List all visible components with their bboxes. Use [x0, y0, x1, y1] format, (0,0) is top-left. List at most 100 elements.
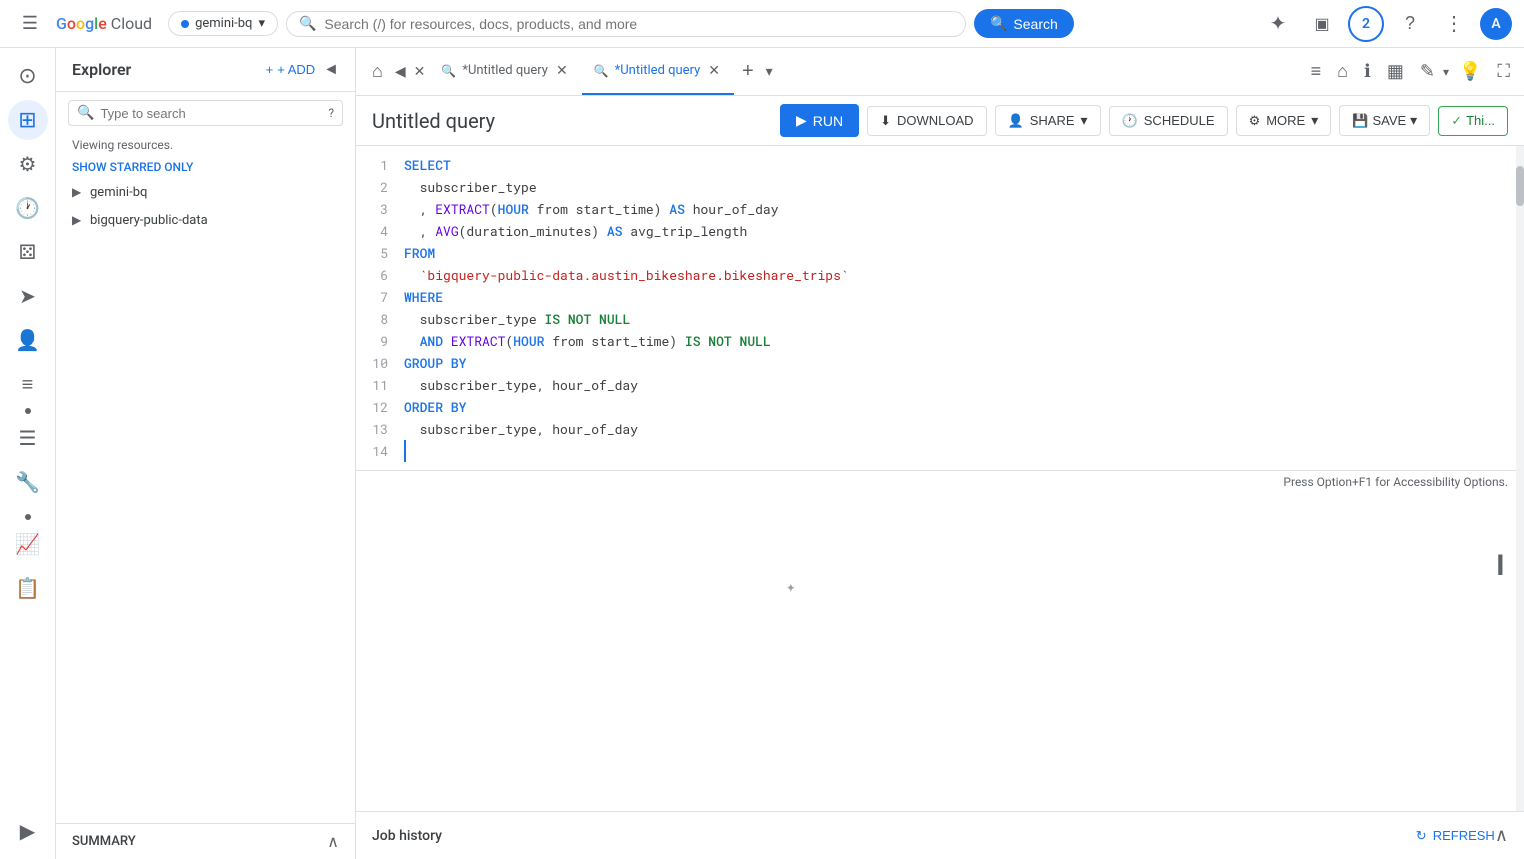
icon-bar-list[interactable]: ☰	[8, 418, 48, 458]
show-starred-button[interactable]: SHOW STARRED ONLY	[56, 156, 355, 178]
star-icon[interactable]: ☆	[308, 184, 321, 200]
sidebar-search-input[interactable]	[100, 106, 322, 121]
project-dropdown-icon: ▾	[258, 16, 265, 31]
more-icon[interactable]: ⋮	[325, 212, 339, 228]
icon-bar-table[interactable]: ≡	[8, 364, 48, 404]
table-view-icon[interactable]: ▦	[1381, 55, 1410, 88]
download-button[interactable]: ⬇ DOWNLOAD	[867, 106, 986, 136]
icon-bar-report[interactable]: 📋	[8, 568, 48, 608]
tab-label-2: *Untitled query	[615, 63, 701, 78]
more-icon[interactable]: ⋮	[325, 184, 339, 200]
code-line-7: 7 WHERE	[356, 286, 1524, 308]
fullscreen-icon[interactable]: ⛶	[1491, 55, 1516, 88]
job-history-bar: Job history ↻ REFRESH ∧	[356, 811, 1524, 859]
main-layout: ⊙ ⊞ ⚙ 🕐 ⚄ ➤ 👤 ≡ ☰ 🔧 📈 📋 ▶ Explorer + + A…	[0, 48, 1524, 859]
search-help-icon[interactable]: ?	[328, 106, 334, 120]
refresh-button[interactable]: ↻ REFRESH	[1416, 828, 1495, 844]
icon-bar-user[interactable]: 👤	[8, 320, 48, 360]
notification-badge[interactable]: 2	[1348, 6, 1384, 42]
share-button[interactable]: 👤 SHARE ▾	[995, 105, 1101, 136]
icon-bar-pipeline[interactable]: ➤	[8, 276, 48, 316]
refresh-label: REFRESH	[1433, 828, 1495, 843]
list-view-icon[interactable]: ≡	[1305, 55, 1328, 88]
schedule-button[interactable]: 🕐 SCHEDULE	[1109, 106, 1228, 136]
icon-bar-explorer[interactable]: ⊞	[8, 100, 48, 140]
tab-close-2[interactable]: ✕	[706, 61, 722, 81]
lightbulb-icon[interactable]: 💡	[1453, 55, 1487, 88]
home-tab[interactable]: ⌂	[364, 61, 391, 82]
code-line-11: 11 subscriber_type, hour_of_day	[356, 374, 1524, 396]
query-title: Untitled query	[372, 109, 772, 133]
code-line-8: 8 subscriber_type IS NOT NULL	[356, 308, 1524, 330]
add-resource-button[interactable]: + + ADD	[266, 62, 316, 77]
more-button[interactable]: ⚙ MORE ▾	[1236, 105, 1332, 136]
home-icon[interactable]: ⌂	[1331, 55, 1354, 88]
icon-bar-expand[interactable]: ▶	[8, 811, 48, 851]
sidebar-title: Explorer	[72, 60, 131, 79]
star-filled-icon[interactable]: ★	[308, 212, 321, 228]
info-icon[interactable]: ℹ	[1358, 55, 1377, 88]
schedule-label: SCHEDULE	[1144, 113, 1215, 128]
validated-button[interactable]: ✓ Thi...	[1438, 106, 1508, 136]
code-line-3: 3 , EXTRACT(HOUR from start_time) AS hou…	[356, 198, 1524, 220]
run-button[interactable]: ▶ RUN	[780, 104, 859, 137]
pencil-dropdown-arrow[interactable]: ▾	[1443, 65, 1449, 79]
tab-close-1[interactable]: ✕	[554, 61, 570, 81]
expand-job-history-button[interactable]: ∧	[1495, 825, 1508, 846]
pencil-icon[interactable]: ✎	[1414, 55, 1441, 88]
project-dot	[181, 20, 189, 28]
accessibility-note: Press Option+F1 for Accessibility Option…	[356, 470, 1524, 493]
icon-bar-chart[interactable]: 📈	[8, 524, 48, 564]
tab-untitled-query-2[interactable]: 🔍 *Untitled query ✕	[582, 48, 734, 95]
code-line-12: 12 ORDER BY	[356, 396, 1524, 418]
sidebar-item-gemini-bq[interactable]: ▶ gemini-bq ☆ ⋮	[56, 178, 355, 206]
download-icon: ⬇	[880, 113, 891, 129]
add-tab-button[interactable]: +	[734, 56, 762, 87]
icon-bar-wrench[interactable]: 🔧	[8, 462, 48, 502]
scrollbar[interactable]	[1516, 146, 1524, 811]
viewing-label: Viewing resources.	[56, 134, 355, 156]
global-search-input[interactable]	[324, 16, 953, 32]
icon-bar-history[interactable]: 🕐	[8, 188, 48, 228]
tab-nav-close1[interactable]: ✕	[410, 60, 430, 84]
tab-more-button[interactable]: ▾	[762, 60, 777, 84]
icon-bar-analytics[interactable]: ⚄	[8, 232, 48, 272]
tab-nav-left: ◀	[391, 60, 410, 84]
gemini-icon[interactable]: ✦	[1260, 6, 1296, 42]
add-icon: +	[266, 62, 274, 77]
code-line-4: 4 , AVG(duration_minutes) AS avg_trip_le…	[356, 220, 1524, 242]
project-name: gemini-bq	[195, 16, 252, 31]
save-button[interactable]: 💾 SAVE ▾	[1339, 105, 1430, 136]
tab-label-1: *Untitled query	[462, 63, 548, 78]
save-dropdown-icon: ▾	[1410, 112, 1417, 129]
run-label: RUN	[813, 113, 843, 129]
project-selector[interactable]: gemini-bq ▾	[168, 11, 278, 36]
collapse-sidebar-button[interactable]: ◄	[323, 61, 339, 79]
validated-label: Thi...	[1466, 113, 1495, 128]
search-button[interactable]: 🔍 Search	[974, 9, 1074, 38]
sidebar-item-bigquery-public-data[interactable]: ▶ bigquery-public-data ★ ⋮	[56, 206, 355, 234]
code-editor[interactable]: 1 SELECT 2 subscriber_type 3 , EXTRACT(H…	[356, 146, 1524, 811]
help-icon[interactable]: ?	[1392, 6, 1428, 42]
job-history-label: Job history	[372, 828, 1416, 844]
query-toolbar: Untitled query ▶ RUN ⬇ DOWNLOAD 👤 SHARE …	[356, 96, 1524, 146]
more-icon: ⚙	[1249, 113, 1261, 129]
summary-bar[interactable]: SUMMARY ∧	[56, 824, 355, 859]
cloud-shell-icon[interactable]: ▣	[1304, 6, 1340, 42]
icon-bar-filter[interactable]: ⚙	[8, 144, 48, 184]
global-search-bar: 🔍	[286, 11, 966, 37]
avatar[interactable]: A	[1480, 8, 1512, 40]
main-content: ⌂ ◀ ✕ 🔍 *Untitled query ✕ 🔍 *Untitled qu…	[356, 48, 1524, 859]
schedule-icon: 🕐	[1122, 113, 1138, 129]
tabs-bar: ⌂ ◀ ✕ 🔍 *Untitled query ✕ 🔍 *Untitled qu…	[356, 48, 1524, 96]
sidebar-search-icon: 🔍	[77, 105, 94, 121]
tab-untitled-query-1[interactable]: 🔍 *Untitled query ✕	[429, 48, 581, 95]
tab-search-icon-2: 🔍	[594, 64, 609, 78]
more-options-icon[interactable]: ⋮	[1436, 6, 1472, 42]
code-line-13: 13 subscriber_type, hour_of_day	[356, 418, 1524, 440]
icon-bar-search[interactable]: ⊙	[8, 56, 48, 96]
ai-suggestion-icon: ✦	[786, 576, 796, 598]
top-nav: ☰ Google Cloud gemini-bq ▾ 🔍 🔍 Search ✦ …	[0, 0, 1524, 48]
search-btn-label: Search	[1013, 16, 1057, 32]
hamburger-menu[interactable]: ☰	[12, 6, 48, 42]
